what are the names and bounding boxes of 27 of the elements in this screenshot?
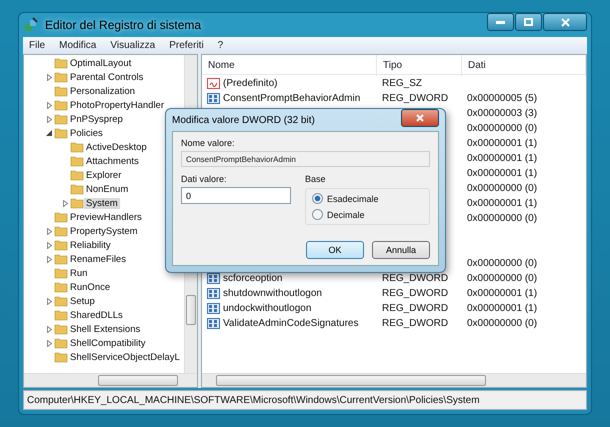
field-label: Nome valore: bbox=[181, 138, 236, 148]
group-label: Base bbox=[305, 174, 327, 184]
value-data: 0x00000000 (0) bbox=[467, 183, 538, 194]
value-data: 0x00000001 (1) bbox=[467, 303, 538, 314]
value-type: REG_DWORD bbox=[382, 273, 448, 284]
dialog-title: Modifica valore DWORD (32 bit) bbox=[172, 114, 315, 126]
value-data: 0x00000005 (5) bbox=[467, 93, 538, 104]
value-name-field: ConsentPromptBehaviorAdmin bbox=[181, 151, 430, 167]
value-data: 0x00000001 (1) bbox=[467, 198, 538, 209]
value-data: 0x00000001 (1) bbox=[467, 288, 538, 299]
value-data: 0x00000000 (0) bbox=[467, 213, 538, 224]
status-bar-path: Computer\HKEY_LOCAL_MACHINE\SOFTWARE\Microsoft\Windows\CurrentVersion\Policies\System bbox=[27, 394, 480, 406]
value-data: 0x00000000 (0) bbox=[467, 273, 538, 284]
value-type: REG_DWORD bbox=[382, 318, 448, 329]
value-data: 0x00000001 (1) bbox=[467, 168, 538, 179]
value-data: 0x00000003 (3) bbox=[467, 108, 538, 119]
value-data: 0x00000000 (0) bbox=[467, 318, 538, 329]
value-type: REG_DWORD bbox=[382, 288, 448, 299]
value-type: REG_SZ bbox=[382, 78, 422, 89]
value-type: REG_DWORD bbox=[382, 93, 448, 104]
window-title: Editor del Registro di sistema bbox=[45, 18, 202, 32]
value-data: 0x00000000 (0) bbox=[467, 123, 538, 134]
value-data: 0x00000001 (1) bbox=[467, 153, 538, 164]
value-data: 0x00000000 (0) bbox=[467, 258, 538, 269]
value-data: 0x00000001 (1) bbox=[467, 138, 538, 149]
value-type: REG_DWORD bbox=[382, 303, 448, 314]
field-label: Dati valore: bbox=[181, 174, 228, 184]
